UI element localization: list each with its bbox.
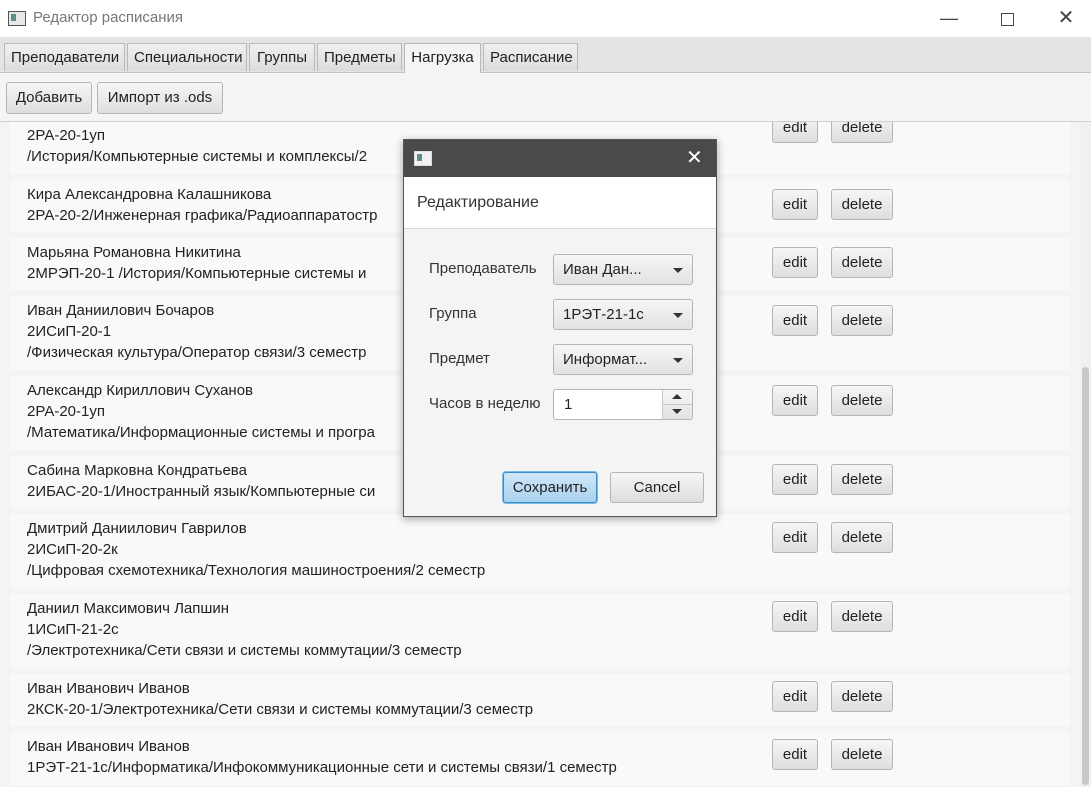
subject-select[interactable]: Информат... [553, 344, 693, 375]
window-titlebar: Редактор расписания — ✕ [0, 0, 1091, 37]
tab-subjects[interactable]: Предметы [317, 43, 402, 71]
list-item: Иван Иванович Иванов 2КСК-20-1/Электроте… [10, 674, 1070, 726]
list-item-text: Иван Иванович Иванов 2КСК-20-1/Электроте… [27, 680, 534, 718]
subject-label: Предмет [429, 350, 490, 367]
delete-button[interactable]: delete [831, 247, 893, 278]
delete-button[interactable]: delete [831, 464, 893, 495]
list-item-text: Даниил Максимович Лапшин 1ИСиП-21-2с /Эл… [27, 600, 462, 659]
minimize-button[interactable]: — [926, 4, 972, 32]
tab-schedule[interactable]: Расписание [483, 43, 578, 71]
decrement-arrow-icon[interactable] [672, 409, 682, 414]
spinner-divider [663, 404, 692, 405]
edit-button[interactable]: edit [772, 739, 818, 770]
list-item-text: Александр Кириллович Суханов 2РА-20-1уп … [27, 382, 375, 441]
add-button[interactable]: Добавить [6, 82, 92, 114]
list-item-text: Иван Даниилович Бочаров 2РА-20-1уп /Исто… [27, 122, 368, 165]
spinner-buttons [662, 390, 692, 419]
chevron-down-icon [673, 358, 683, 363]
group-select-value: 1РЭТ-21-1с [563, 306, 644, 323]
group-label: Группа [429, 305, 477, 322]
subject-select-value: Информат... [563, 351, 648, 368]
list-item: Дмитрий Даниилович Гаврилов 2ИСиП-20-2к … [10, 514, 1070, 588]
edit-button[interactable]: edit [772, 464, 818, 495]
list-item-text: Кира Александровна Калашникова 2РА-20-2/… [27, 186, 378, 224]
maximize-icon [1000, 12, 1014, 26]
tab-groups[interactable]: Группы [249, 43, 315, 71]
delete-button[interactable]: delete [831, 189, 893, 220]
app-window-icon [414, 151, 432, 166]
list-item-text: Сабина Марковна Кондратьева 2ИБАС-20-1/И… [27, 462, 376, 500]
list-item-text: Дмитрий Даниилович Гаврилов 2ИСиП-20-2к … [27, 520, 486, 579]
group-select[interactable]: 1РЭТ-21-1с [553, 299, 693, 330]
list-item-text: Иван Иванович Иванов 1РЭТ-21-1с/Информат… [27, 738, 617, 776]
maximize-button[interactable] [984, 4, 1030, 32]
increment-arrow-icon[interactable] [672, 394, 682, 399]
window-title: Редактор расписания [33, 9, 184, 26]
dialog-header: Редактирование [404, 177, 716, 229]
scrollbar-thumb[interactable] [1082, 367, 1089, 785]
hours-spinner-value[interactable]: 1 [564, 396, 572, 413]
edit-button[interactable]: edit [772, 681, 818, 712]
edit-button[interactable]: edit [772, 522, 818, 553]
list-item-text: Иван Даниилович Бочаров 2ИСиП-20-1 /Физи… [27, 302, 367, 361]
edit-button[interactable]: edit [772, 189, 818, 220]
edit-button[interactable]: edit [772, 385, 818, 416]
cancel-button[interactable]: Cancel [610, 472, 704, 503]
hours-spinner[interactable]: 1 [553, 389, 693, 420]
tab-bar: Преподаватели Специальности Группы Предм… [0, 37, 1091, 73]
save-button[interactable]: Сохранить [503, 472, 597, 503]
delete-button[interactable]: delete [831, 522, 893, 553]
close-window-button[interactable]: ✕ [1043, 4, 1089, 32]
delete-button[interactable]: delete [831, 385, 893, 416]
tab-teachers[interactable]: Преподаватели [4, 43, 125, 71]
tab-workload[interactable]: Нагрузка [404, 43, 481, 73]
list-item-text: Марьяна Романовна Никитина 2МРЭП-20-1 /И… [27, 244, 367, 282]
import-ods-button[interactable]: Импорт из .ods [97, 82, 223, 114]
edit-button[interactable]: edit [772, 601, 818, 632]
teacher-select[interactable]: Иван Дан... [553, 254, 693, 285]
edit-button[interactable]: edit [772, 247, 818, 278]
dialog-close-button[interactable]: ✕ [686, 148, 703, 168]
edit-dialog: ✕ Редактирование Преподаватель Иван Дан.… [403, 139, 717, 517]
list-item: Даниил Максимович Лапшин 1ИСиП-21-2с /Эл… [10, 594, 1070, 668]
teacher-select-value: Иван Дан... [563, 261, 642, 278]
dialog-titlebar: ✕ [404, 140, 716, 177]
delete-button[interactable]: delete [831, 681, 893, 712]
teacher-label: Преподаватель [429, 260, 537, 277]
delete-button[interactable]: delete [831, 305, 893, 336]
edit-button[interactable]: edit [772, 305, 818, 336]
delete-button[interactable]: delete [831, 739, 893, 770]
list-item: Иван Иванович Иванов 1РЭТ-21-1с/Информат… [10, 732, 1070, 786]
chevron-down-icon [673, 268, 683, 273]
list-scrollbar[interactable] [1080, 122, 1091, 787]
toolbar: Добавить Импорт из .ods [0, 73, 1091, 122]
dialog-header-text: Редактирование [417, 194, 539, 211]
edit-button[interactable]: edit [772, 122, 818, 143]
chevron-down-icon [673, 313, 683, 318]
tab-specialties[interactable]: Специальности [127, 43, 247, 71]
app-window-icon [8, 11, 26, 26]
hours-label: Часов в неделю [429, 395, 541, 412]
delete-button[interactable]: delete [831, 122, 893, 143]
delete-button[interactable]: delete [831, 601, 893, 632]
